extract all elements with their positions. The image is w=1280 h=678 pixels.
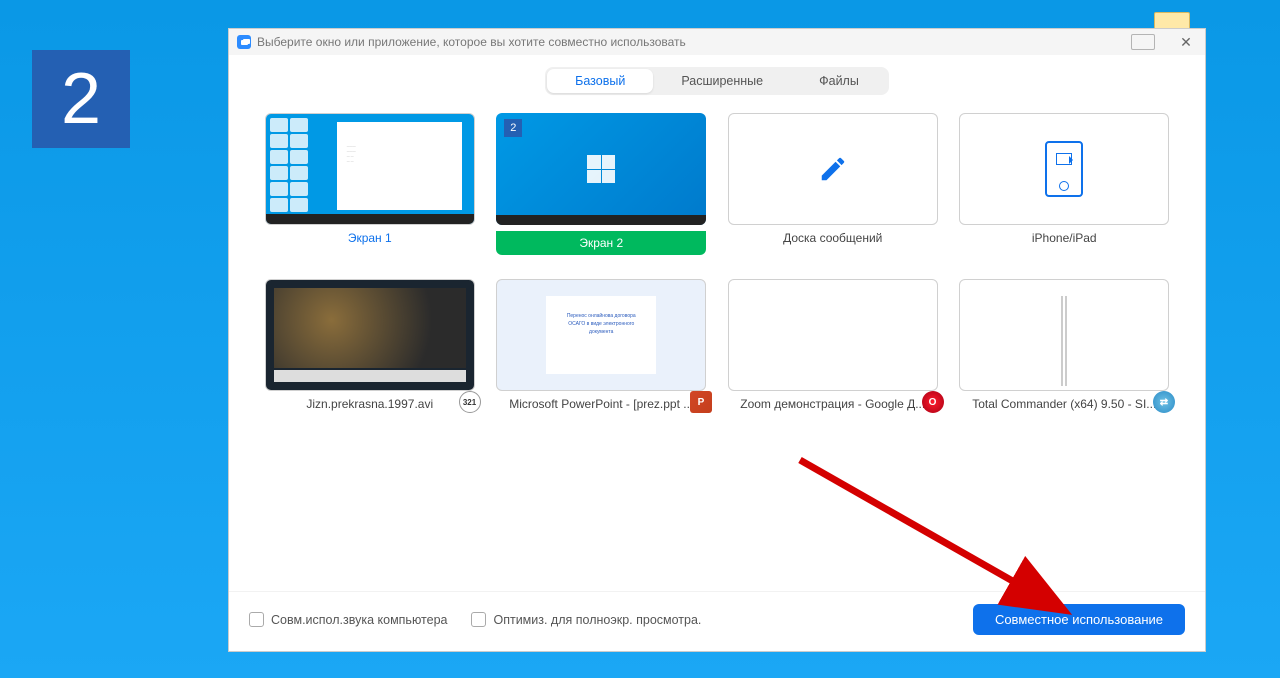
dialog-title: Выберите окно или приложение, которое вы… [257, 35, 686, 49]
whiteboard-label: Доска сообщений [783, 231, 882, 245]
tile-screen2[interactable]: 2 Экран 2 [493, 113, 711, 255]
opera-app-icon: O [922, 391, 944, 413]
pencil-icon [818, 154, 848, 184]
screen2-number-badge: 2 [504, 119, 522, 137]
share-options-grid: ——————— —— — Экран 1 2 Экран 2 Доска соо… [229, 105, 1205, 435]
tile-screen1[interactable]: ——————— —— — Экран 1 [261, 113, 479, 255]
optimize-fullscreen-label: Оптимиз. для полноэкр. просмотра. [493, 613, 701, 627]
iphone-label: iPhone/iPad [1032, 231, 1097, 245]
tabs-container: Базовый Расширенные Файлы [229, 55, 1205, 105]
tab-advanced[interactable]: Расширенные [653, 69, 791, 93]
optimize-fullscreen-checkbox[interactable]: Оптимиз. для полноэкр. просмотра. [471, 612, 701, 627]
totalcommander-app-icon: ⇄ [1153, 391, 1175, 413]
powerpoint-app-icon: P [690, 391, 712, 413]
tile-totalcommander-app[interactable]: Total Commander (x64) 9.50 - SI... ⇄ [956, 279, 1174, 411]
screen1-label: Экран 1 [348, 231, 392, 245]
share-screen-dialog: Выберите окно или приложение, которое вы… [228, 28, 1206, 652]
video-label: Jizn.prekrasna.1997.avi [306, 397, 433, 411]
tile-video-app[interactable]: Jizn.prekrasna.1997.avi 321 [261, 279, 479, 411]
step-number-badge: 2 [32, 50, 130, 148]
tile-opera-app[interactable]: Zoom демонстрация - Google Д... O [724, 279, 942, 411]
mpc-app-icon: 321 [459, 391, 481, 413]
tab-files[interactable]: Файлы [791, 69, 887, 93]
zoom-app-icon [237, 35, 251, 49]
opera-label: Zoom демонстрация - Google Д... [740, 397, 925, 411]
screen2-label: Экран 2 [579, 236, 623, 250]
share-audio-checkbox[interactable]: Совм.испол.звука компьютера [249, 612, 447, 627]
tile-powerpoint-app[interactable]: Перенос онлайнова договораОСАГО в виде э… [493, 279, 711, 411]
titlebar: Выберите окно или приложение, которое вы… [229, 29, 1205, 55]
close-button[interactable]: ✕ [1175, 34, 1197, 50]
tile-whiteboard[interactable]: Доска сообщений [724, 113, 942, 255]
pin-icon[interactable] [1131, 34, 1155, 50]
share-button[interactable]: Совместное использование [973, 604, 1185, 635]
share-audio-label: Совм.испол.звука компьютера [271, 613, 447, 627]
ppt-label: Microsoft PowerPoint - [prez.ppt ... [509, 397, 693, 411]
dialog-footer: Совм.испол.звука компьютера Оптимиз. для… [229, 591, 1205, 651]
tab-basic[interactable]: Базовый [547, 69, 653, 93]
tc-label: Total Commander (x64) 9.50 - SI... [972, 397, 1156, 411]
tile-iphone[interactable]: iPhone/iPad [956, 113, 1174, 255]
phone-icon [1045, 141, 1083, 197]
